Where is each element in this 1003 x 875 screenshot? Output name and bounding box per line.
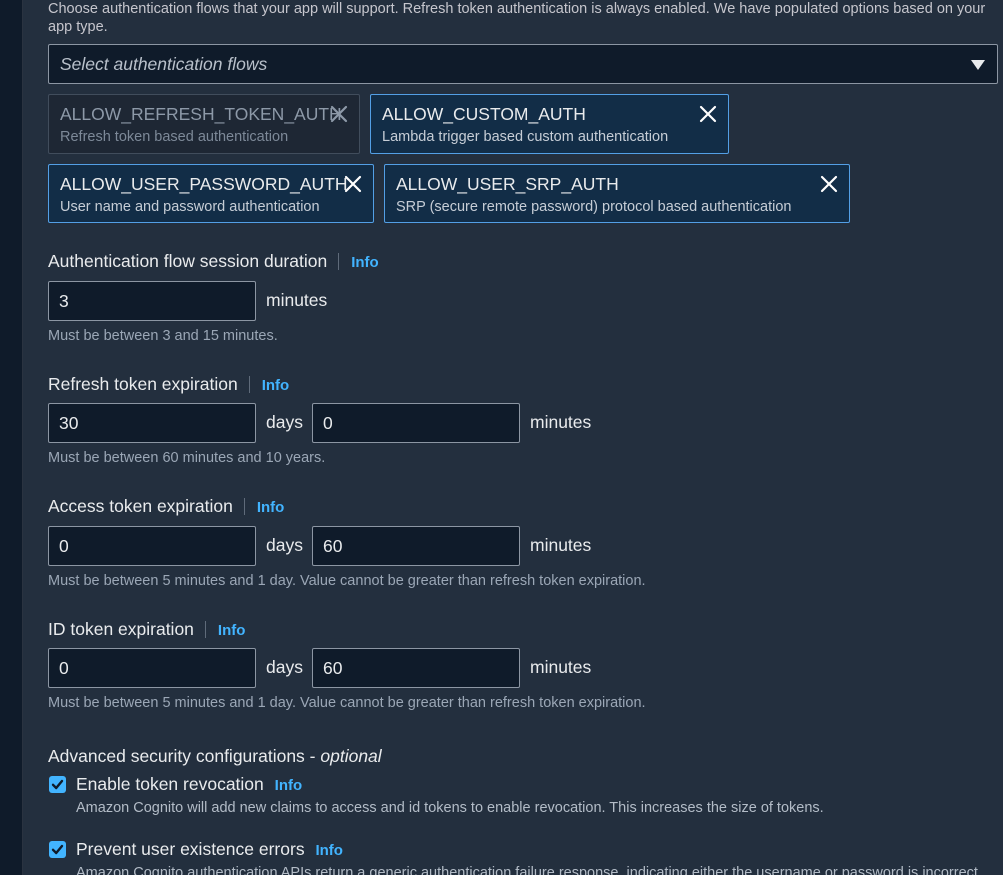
divider [204, 621, 206, 638]
refresh-token-minutes-input[interactable] [312, 403, 520, 443]
session-duration-label-row: Authentication flow session duration Info [48, 251, 379, 272]
refresh-token-days-unit: days [266, 412, 303, 432]
refresh-token-label-row: Refresh token expiration Info [48, 374, 289, 395]
token-allow-custom-auth: ALLOW_CUSTOM_AUTH Lambda trigger based c… [370, 94, 729, 154]
access-token-hint: Must be between 5 minutes and 1 day. Val… [48, 573, 646, 589]
id-token-minutes-input[interactable] [312, 648, 520, 688]
remove-token-button[interactable] [819, 174, 839, 194]
id-token-label: ID token expiration [48, 619, 194, 639]
token-description: SRP (secure remote password) protocol ba… [396, 199, 792, 215]
token-revocation-checkbox[interactable] [49, 776, 66, 793]
optional-label: optional [320, 746, 382, 766]
token-description: Lambda trigger based custom authenticati… [382, 129, 669, 145]
prevent-existence-errors-label-row: Prevent user existence errors Info [76, 839, 343, 860]
checkmark-icon [51, 844, 64, 855]
refresh-token-label: Refresh token expiration [48, 374, 238, 394]
refresh-token-minutes-unit: minutes [530, 412, 592, 432]
access-token-days-input[interactable] [48, 526, 256, 566]
advanced-security-heading: Advanced security configurations - optio… [48, 746, 382, 767]
caret-down-icon [971, 60, 985, 70]
token-name: ALLOW_REFRESH_TOKEN_AUTH [60, 104, 342, 124]
divider [248, 376, 250, 393]
refresh-token-days-input[interactable] [48, 403, 256, 443]
access-token-label-row: Access token expiration Info [48, 496, 284, 517]
access-token-minutes-input[interactable] [312, 526, 520, 566]
auth-flows-select[interactable]: Select authentication flows [48, 44, 998, 84]
token-allow-refresh-token-auth: ALLOW_REFRESH_TOKEN_AUTH Refresh token b… [48, 94, 360, 154]
id-token-label-row: ID token expiration Info [48, 619, 245, 640]
app-client-settings-panel: Choose authentication flows that your ap… [23, 0, 1003, 875]
id-token-days-unit: days [266, 657, 303, 677]
id-token-info-link[interactable]: Info [218, 622, 246, 639]
token-allow-user-srp-auth: ALLOW_USER_SRP_AUTH SRP (secure remote p… [384, 164, 850, 223]
remove-token-disabled-icon [329, 104, 349, 124]
token-name: ALLOW_USER_PASSWORD_AUTH [60, 174, 348, 194]
id-token-hint: Must be between 5 minutes and 1 day. Val… [48, 695, 646, 711]
advanced-security-title: Advanced security configurations - [48, 746, 316, 766]
token-revocation-description: Amazon Cognito will add new claims to ac… [76, 800, 824, 816]
session-duration-hint: Must be between 3 and 15 minutes. [48, 328, 278, 344]
checkmark-icon [51, 779, 64, 790]
token-revocation-info-link[interactable]: Info [275, 777, 303, 794]
refresh-token-hint: Must be between 60 minutes and 10 years. [48, 450, 326, 466]
divider [243, 498, 245, 515]
token-allow-user-password-auth: ALLOW_USER_PASSWORD_AUTH User name and p… [48, 164, 374, 223]
left-navigation-edge [0, 0, 23, 875]
prevent-existence-errors-checkbox[interactable] [49, 841, 66, 858]
access-token-label: Access token expiration [48, 496, 233, 516]
session-duration-label: Authentication flow session duration [48, 251, 328, 271]
prevent-existence-errors-description: Amazon Cognito authentication APIs retur… [76, 865, 982, 875]
id-token-minutes-unit: minutes [530, 657, 592, 677]
refresh-token-info-link[interactable]: Info [262, 377, 290, 394]
session-duration-input[interactable] [48, 281, 256, 321]
token-revocation-label-row: Enable token revocation Info [76, 774, 302, 795]
access-token-minutes-unit: minutes [530, 535, 592, 555]
auth-flows-select-placeholder: Select authentication flows [60, 54, 268, 74]
auth-flows-description: Choose authentication flows that your ap… [48, 1, 986, 35]
access-token-info-link[interactable]: Info [257, 499, 285, 516]
remove-token-button[interactable] [698, 104, 718, 124]
prevent-existence-errors-info-link[interactable]: Info [315, 842, 343, 859]
divider [338, 253, 340, 270]
prevent-existence-errors-label[interactable]: Prevent user existence errors [76, 839, 305, 859]
token-description: Refresh token based authentication [60, 129, 289, 145]
token-description: User name and password authentication [60, 199, 320, 215]
id-token-days-input[interactable] [48, 648, 256, 688]
session-duration-info-link[interactable]: Info [351, 254, 379, 271]
token-name: ALLOW_USER_SRP_AUTH [396, 174, 619, 194]
token-revocation-label[interactable]: Enable token revocation [76, 774, 264, 794]
session-duration-unit: minutes [266, 290, 328, 310]
token-name: ALLOW_CUSTOM_AUTH [382, 104, 586, 124]
access-token-days-unit: days [266, 535, 303, 555]
remove-token-button[interactable] [343, 174, 363, 194]
